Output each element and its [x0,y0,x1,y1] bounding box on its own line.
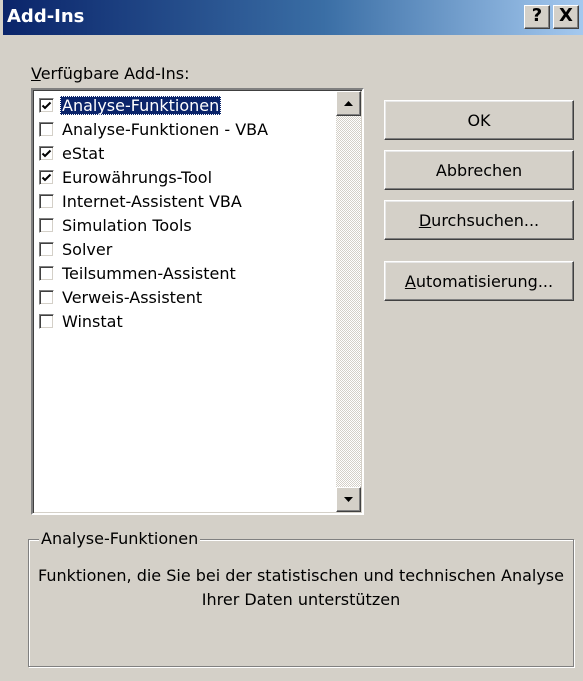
window-title: Add-Ins [7,6,85,27]
vertical-scrollbar[interactable] [336,91,361,512]
addin-checkbox[interactable] [39,289,54,305]
addin-checkbox[interactable] [39,265,54,281]
checkmark-icon [41,173,52,181]
addin-label: Teilsummen-Assistent [62,263,236,283]
addin-list-item[interactable]: Winstat [37,309,327,333]
addin-label: eStat [62,143,105,163]
available-addins-label-text: erfügbare Add-Ins: [40,64,190,83]
help-button[interactable]: ? [524,5,550,29]
description-title: Analyse-Funktionen [39,529,201,548]
arrow-down-icon [344,497,353,502]
addin-label: Analyse-Funktionen [60,95,222,115]
description-groupbox: Analyse-Funktionen Funktionen, die Sie b… [28,529,574,667]
addin-label: Analyse-Funktionen - VBA [62,119,269,139]
scroll-up-button[interactable] [336,91,361,116]
browse-button-text: urchsuchen... [431,210,540,230]
addin-checkbox[interactable] [39,121,54,137]
addin-list-item[interactable]: Internet-Assistent VBA [37,189,327,213]
addin-list-item[interactable]: Eurowährungs-Tool [37,165,327,189]
addins-list: Analyse-Funktionen Analyse-Funktionen - V… [37,93,327,333]
checkmark-icon [41,101,52,109]
automation-button-text: utomatisierung... [415,271,554,291]
addin-checkbox[interactable] [39,217,54,233]
addin-checkbox[interactable] [39,97,54,113]
arrow-up-icon [344,101,353,106]
addin-checkbox[interactable] [39,145,54,161]
addin-list-item[interactable]: Analyse-Funktionen - VBA [37,117,327,141]
addin-checkbox[interactable] [39,169,54,185]
addin-checkbox[interactable] [39,193,54,209]
browse-button[interactable]: Durchsuchen... [384,200,574,240]
addin-checkbox[interactable] [39,241,54,257]
addin-list-item[interactable]: Verweis-Assistent [37,285,327,309]
addin-list-item[interactable]: Solver [37,237,327,261]
addin-checkbox[interactable] [39,313,54,329]
title-bar[interactable]: Add-Ins ? X [3,0,583,35]
automation-button[interactable]: Automatisierung... [384,261,574,301]
checkmark-icon [41,149,52,157]
close-button[interactable]: X [553,5,579,29]
addin-label: Winstat [62,311,123,331]
available-addins-label: Verfügbare Add-Ins: [31,64,190,83]
add-ins-dialog: Add-Ins ? X Verfügbare Add-Ins: Analyse-… [0,0,583,681]
description-text: Funktionen, die Sie bei der statistische… [38,566,564,609]
addin-label: Eurowährungs-Tool [62,167,213,187]
addin-list-item[interactable]: Simulation Tools [37,213,327,237]
cancel-button[interactable]: Abbrechen [384,150,574,190]
addins-listbox[interactable]: Analyse-Funktionen Analyse-Funktionen - V… [31,88,364,515]
automation-button-accel: A [404,271,416,291]
addin-label: Internet-Assistent VBA [62,191,242,211]
addin-list-item[interactable]: Analyse-Funktionen [37,93,327,117]
addin-label: Simulation Tools [62,215,192,235]
ok-button[interactable]: OK [384,100,574,140]
scroll-down-button[interactable] [336,487,361,512]
available-addins-label-accel: V [31,64,41,83]
addin-label: Solver [62,239,113,259]
addin-list-item[interactable]: eStat [37,141,327,165]
browse-button-accel: D [418,210,432,230]
addin-label: Verweis-Assistent [62,287,203,307]
addin-list-item[interactable]: Teilsummen-Assistent [37,261,327,285]
